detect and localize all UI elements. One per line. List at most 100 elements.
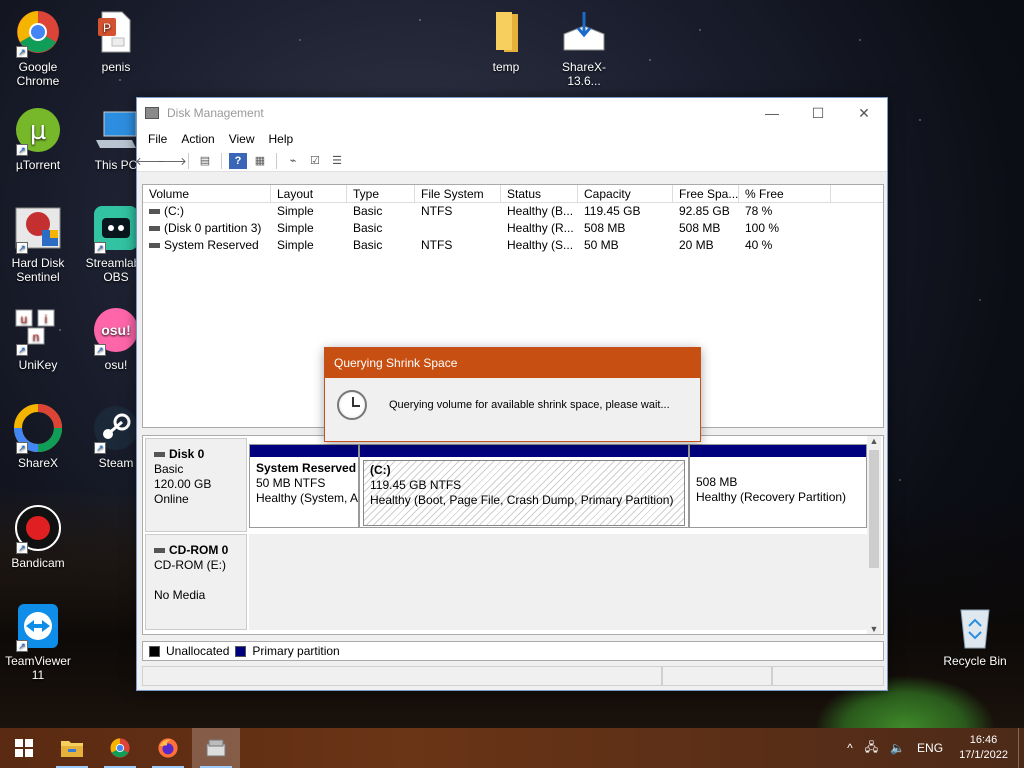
show-desktop-button[interactable] — [1018, 728, 1024, 768]
menu-action[interactable]: Action — [174, 132, 221, 146]
view-icon[interactable]: ▦ — [251, 153, 269, 169]
cell-type: Basic — [353, 204, 383, 218]
dialog-message: Querying volume for available shrink spa… — [389, 399, 670, 411]
table-row[interactable]: (C:) Simple Basic NTFS Healthy (B... 119… — [143, 203, 883, 220]
cell-percent-free: 78 % — [745, 204, 773, 218]
shortcut-arrow-icon: ↗ — [94, 442, 106, 454]
shortcut-arrow-icon: ↗ — [16, 542, 28, 554]
desktop-icon-recycle-bin[interactable]: Recycle Bin — [937, 602, 1013, 668]
desktop-icon-label: ShareX — [17, 456, 59, 470]
unikey-icon: uni ↗ — [14, 306, 62, 356]
column-percent-free[interactable]: % Free — [739, 185, 831, 202]
menu-help[interactable]: Help — [262, 132, 301, 146]
disk0-label[interactable]: Disk 0 Basic 120.00 GB Online — [145, 438, 247, 532]
column-type[interactable]: Type — [347, 185, 415, 202]
close-button[interactable]: ✕ — [841, 98, 887, 128]
shortcut-arrow-icon: ↗ — [94, 242, 106, 254]
table-row[interactable]: System Reserved Simple Basic NTFS Health… — [143, 237, 883, 254]
title-bar[interactable]: Disk Management — ☐ ✕ — [137, 98, 887, 128]
svg-text:osu!: osu! — [101, 322, 131, 338]
cell-layout: Simple — [277, 238, 314, 252]
scrollbar-thumb[interactable] — [869, 450, 879, 568]
desktop-icon-label: Hard Disk Sentinel — [11, 256, 65, 284]
desktop-icon-label: penis — [101, 60, 131, 74]
cell-status: Healthy (B... — [507, 204, 574, 218]
disk-icon — [154, 452, 165, 458]
partition-c-drive[interactable]: (C:) 119.45 GB NTFS Healthy (Boot, Page … — [359, 444, 689, 528]
primary-partition-bar — [690, 445, 866, 457]
cdrom0-area[interactable] — [249, 534, 867, 630]
desktop-icon-label: ShareX-13.6... — [561, 60, 607, 88]
teamviewer-icon: ↗ — [14, 602, 62, 652]
querying-shrink-space-dialog[interactable]: Querying Shrink Space Querying volume fo… — [324, 347, 701, 442]
taskbar-firefox[interactable] — [144, 728, 192, 768]
network-icon[interactable]: 🖧 — [859, 738, 884, 759]
taskbar-chrome[interactable] — [96, 728, 144, 768]
cell-percent-free: 40 % — [745, 238, 773, 252]
cell-free-space: 20 MB — [679, 238, 714, 252]
column-file-system[interactable]: File System — [415, 185, 501, 202]
column-free-space[interactable]: Free Spa... — [673, 185, 739, 202]
cell-capacity: 508 MB — [584, 221, 626, 235]
desktop-icon-google-chrome[interactable]: ↗ Google Chrome — [0, 8, 76, 88]
column-status[interactable]: Status — [501, 185, 578, 202]
language-indicator[interactable]: ENG — [911, 741, 949, 755]
table-row[interactable]: (Disk 0 partition 3) Simple Basic Health… — [143, 220, 883, 237]
partition-system-reserved[interactable]: System Reserved 50 MB NTFS Healthy (Syst… — [249, 444, 359, 528]
volume-icon — [149, 226, 160, 232]
list-icon[interactable]: ☰ — [328, 153, 346, 169]
cell-type: Basic — [353, 238, 383, 252]
streamlabs-icon: ↗ — [92, 204, 140, 254]
menu-file[interactable]: File — [141, 132, 174, 146]
cell-percent-free: 100 % — [745, 221, 780, 235]
desktop-icon-sharex[interactable]: ↗ ShareX — [0, 404, 76, 470]
volume-icon[interactable]: 🔈 — [884, 741, 911, 755]
check-icon[interactable]: ☑ — [306, 153, 324, 169]
chrome-icon: ↗ — [14, 8, 62, 58]
partition-recovery[interactable]: 508 MB Healthy (Recovery Partition) — [689, 444, 867, 528]
desktop-icon-utorrent[interactable]: µ ↗ µTorrent — [0, 106, 76, 172]
desktop-icon-teamviewer[interactable]: ↗ TeamViewer 11 — [0, 602, 76, 682]
column-capacity[interactable]: Capacity — [578, 185, 673, 202]
cdrom-icon — [154, 548, 165, 554]
scroll-up-icon[interactable]: ▲ — [867, 436, 881, 446]
tray-time: 16:46 — [969, 734, 998, 746]
scroll-down-icon[interactable]: ▼ — [867, 624, 881, 634]
show-hidden-icons-icon[interactable]: ^ — [841, 741, 859, 755]
folder-icon — [482, 8, 530, 56]
column-volume[interactable]: Volume — [143, 185, 271, 202]
maximize-button[interactable]: ☐ — [795, 98, 841, 128]
properties-icon[interactable]: ▤ — [196, 153, 214, 169]
taskbar-file-explorer[interactable] — [48, 728, 96, 768]
shortcut-arrow-icon: ↗ — [16, 344, 28, 356]
desktop-icon-sharex-installer[interactable]: ShareX-13.6... — [546, 8, 622, 88]
desktop-icon-bandicam[interactable]: ↗ Bandicam — [0, 504, 76, 570]
minimize-button[interactable]: — — [749, 98, 795, 128]
partition-status: Healthy (Recovery Partition) — [696, 490, 847, 504]
tray-date: 17/1/2022 — [959, 749, 1008, 761]
desktop-icon-hard-disk-sentinel[interactable]: ↗ Hard Disk Sentinel — [0, 204, 76, 284]
tray-clock[interactable]: 16:46 17/1/2022 — [949, 733, 1018, 763]
disk-map-scrollbar[interactable]: ▲ ▼ — [867, 436, 881, 634]
start-button[interactable] — [0, 728, 48, 768]
computer-icon — [92, 106, 140, 154]
disk-map[interactable]: Disk 0 Basic 120.00 GB Online System Res… — [142, 435, 884, 635]
connect-icon[interactable]: ⌁ — [284, 153, 302, 169]
taskbar-disk-management[interactable] — [192, 728, 240, 768]
status-pane — [142, 666, 662, 686]
desktop-icon-unikey[interactable]: uni ↗ UniKey — [0, 306, 76, 372]
sharex-icon: ↗ — [14, 404, 62, 454]
column-layout[interactable]: Layout — [271, 185, 347, 202]
cdrom0-media: No Media — [154, 588, 206, 602]
status-pane — [772, 666, 884, 686]
selected-partition-hatch: (C:) 119.45 GB NTFS Healthy (Boot, Page … — [363, 460, 685, 526]
desktop-icon-temp[interactable]: temp — [468, 8, 544, 74]
forward-icon[interactable]: 🡒 — [157, 153, 187, 169]
cdrom0-label[interactable]: CD-ROM 0 CD-ROM (E:) No Media — [145, 534, 247, 630]
legend-primary-label: Primary partition — [252, 644, 340, 658]
legend: Unallocated Primary partition — [142, 641, 884, 661]
desktop-icon-penis[interactable]: P penis — [78, 8, 154, 74]
menu-view[interactable]: View — [222, 132, 262, 146]
partition-size: 119.45 GB NTFS — [370, 478, 462, 492]
help-icon[interactable]: ? — [229, 152, 247, 169]
